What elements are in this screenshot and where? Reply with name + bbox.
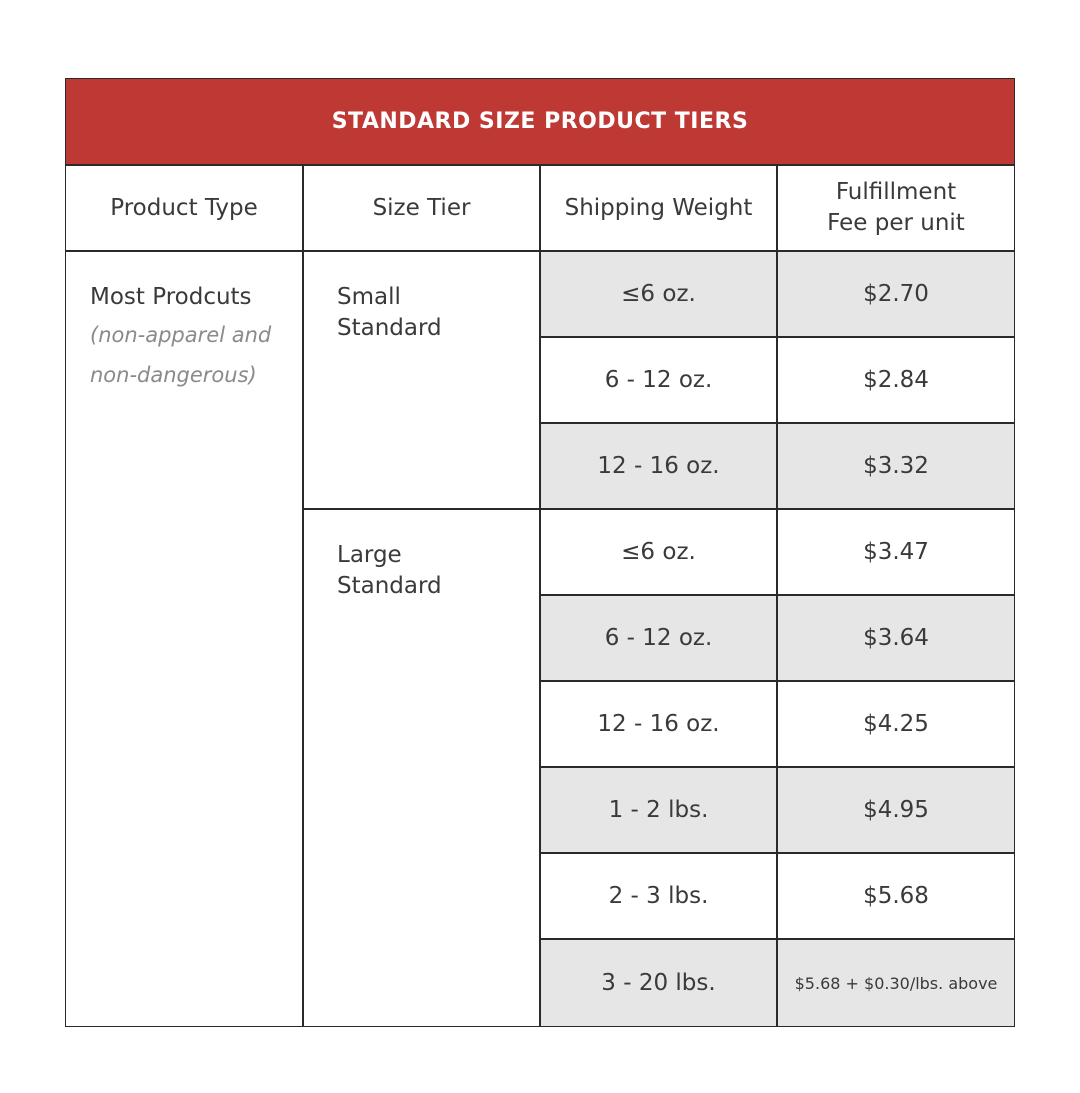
fulfillment-fee-cell: $4.95 — [778, 768, 1014, 854]
shipping-weight-cell: 6 - 12 oz. — [541, 338, 778, 424]
fulfillment-fee-cell: $2.84 — [778, 338, 1014, 424]
shipping-weight-cell: 12 - 16 oz. — [541, 682, 778, 768]
tier-small-line2: Standard — [337, 315, 442, 341]
table-title: STANDARD SIZE PRODUCT TIERS — [66, 79, 1014, 166]
shipping-weight-cell: 6 - 12 oz. — [541, 596, 778, 682]
product-type-note: (non-apparel and non-dangerous) — [90, 315, 302, 395]
fulfillment-fee-cell: $4.25 — [778, 682, 1014, 768]
header-fee-line2: Fee per unit — [827, 210, 965, 236]
fulfillment-fee-cell: $5.68 — [778, 854, 1014, 940]
shipping-weight-cell: 2 - 3 lbs. — [541, 854, 778, 940]
tier-large-line1: Large — [337, 542, 402, 568]
fulfillment-fee-cell: $3.64 — [778, 596, 1014, 682]
size-tier-large-standard: Large Standard — [304, 510, 541, 1026]
tier-small-line1: Small — [337, 284, 401, 310]
shipping-weight-cell: ≤6 oz. — [541, 252, 778, 338]
product-type-name: Most Prodcuts — [90, 284, 252, 310]
product-type-cell: Most Prodcuts (non-apparel and non-dange… — [66, 252, 304, 1026]
size-tier-small-standard: Small Standard — [304, 252, 541, 510]
header-fee-line1: Fulfillment — [835, 179, 957, 205]
fulfillment-fee-cell: $3.47 — [778, 510, 1014, 596]
shipping-weight-cell: ≤6 oz. — [541, 510, 778, 596]
shipping-weight-cell: 12 - 16 oz. — [541, 424, 778, 510]
header-shipping-weight: Shipping Weight — [541, 166, 778, 252]
tier-large-line2: Standard — [337, 573, 442, 599]
header-product-type: Product Type — [66, 166, 304, 252]
fulfillment-fee-cell: $3.32 — [778, 424, 1014, 510]
header-size-tier: Size Tier — [304, 166, 541, 252]
product-type-note-line1: (non-apparel and — [90, 323, 272, 347]
header-fulfillment-fee: Fulfillment Fee per unit — [778, 166, 1014, 252]
fulfillment-fee-cell: $2.70 — [778, 252, 1014, 338]
product-type-note-line2: non-dangerous) — [90, 363, 257, 387]
fee-table: STANDARD SIZE PRODUCT TIERS Product Type… — [65, 78, 1015, 1027]
shipping-weight-cell: 1 - 2 lbs. — [541, 768, 778, 854]
fulfillment-fee-cell: $5.68 + $0.30/lbs. above — [778, 940, 1014, 1026]
shipping-weight-cell: 3 - 20 lbs. — [541, 940, 778, 1026]
